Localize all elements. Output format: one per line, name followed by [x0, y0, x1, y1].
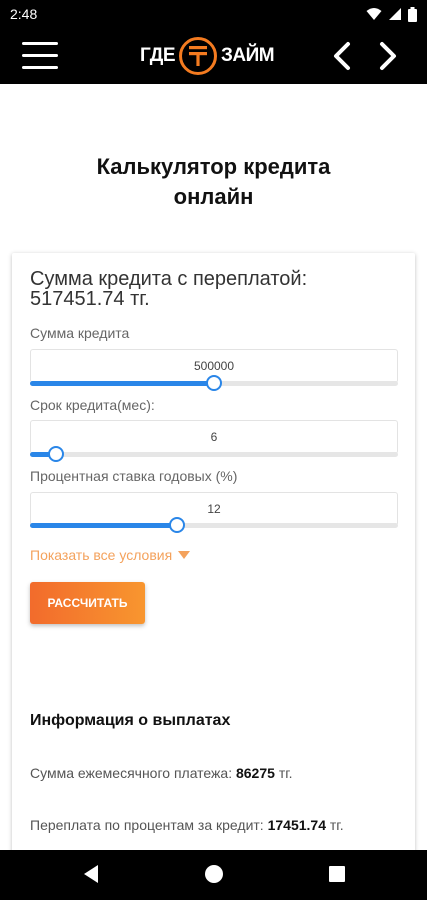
monthly-payment-row: Сумма ежемесячного платежа: 86275 тг.	[30, 763, 400, 783]
result-label: Сумма кредита с переплатой:	[30, 268, 308, 290]
triangle-down-icon	[178, 551, 191, 559]
monthly-payment-label: Сумма ежемесячного платежа:	[30, 765, 233, 781]
loan-amount-slider-thumb[interactable]	[206, 375, 222, 391]
payments-info-title: Информация о выплатах	[30, 712, 231, 729]
status-time: 2:48	[10, 6, 38, 22]
back-icon[interactable]	[82, 863, 100, 885]
loan-amount-slider[interactable]	[30, 375, 398, 391]
loan-amount-slider-fill	[30, 381, 214, 386]
overpayment-unit: тг.	[329, 817, 344, 833]
logo[interactable]: ГДЕ ЗАЙМ	[140, 36, 275, 76]
result-value: 517451.74 тг.	[30, 288, 150, 310]
loan-term-label: Срок кредита(мес):	[30, 397, 155, 413]
monthly-payment-unit: тг.	[278, 765, 293, 781]
home-icon[interactable]	[203, 863, 225, 885]
chevron-left-icon[interactable]	[328, 40, 358, 72]
interest-rate-label: Процентная ставка годовых (%)	[30, 468, 238, 484]
page-title: Калькулятор кредита онлайн	[96, 154, 331, 209]
status-bar: 2:48	[0, 0, 427, 28]
result-summary: Сумма кредита с переплатой: 517451.74 тг…	[30, 269, 400, 309]
wifi-icon	[366, 8, 382, 20]
loan-term-slider-thumb[interactable]	[47, 446, 64, 462]
calculate-button[interactable]: РАССЧИТАТЬ	[30, 582, 145, 624]
show-all-conditions-link[interactable]: Показать все условия	[30, 547, 191, 563]
loan-term-slider[interactable]	[30, 446, 398, 462]
overpayment-label: Переплата по процентам за кредит:	[30, 817, 264, 833]
loan-amount-label: Сумма кредита	[30, 325, 130, 341]
system-nav-bar	[0, 850, 427, 900]
logo-text-right: ЗАЙМ	[221, 45, 275, 66]
chevron-right-icon[interactable]	[372, 40, 402, 72]
show-all-label: Показать все условия	[30, 547, 173, 563]
loan-term-input[interactable]	[30, 420, 398, 454]
app-bar: ГДЕ ЗАЙМ	[0, 28, 427, 84]
signal-icon	[389, 8, 401, 20]
interest-rate-input[interactable]	[30, 492, 398, 526]
battery-icon	[408, 6, 417, 22]
interest-rate-slider-fill	[30, 523, 178, 528]
overpayment-value: 17451.74	[267, 817, 326, 833]
overpayment-row: Переплата по процентам за кредит: 17451.…	[30, 815, 400, 835]
logo-text-left: ГДЕ	[140, 45, 176, 66]
interest-rate-slider[interactable]	[30, 517, 398, 533]
interest-rate-slider-thumb[interactable]	[169, 517, 186, 533]
menu-icon[interactable]	[22, 40, 58, 72]
recents-icon[interactable]	[327, 863, 347, 885]
tenge-icon	[179, 37, 218, 75]
calculator-card: Сумма кредита с переплатой: 517451.74 тг…	[12, 253, 415, 863]
monthly-payment-value: 86275	[235, 765, 275, 781]
